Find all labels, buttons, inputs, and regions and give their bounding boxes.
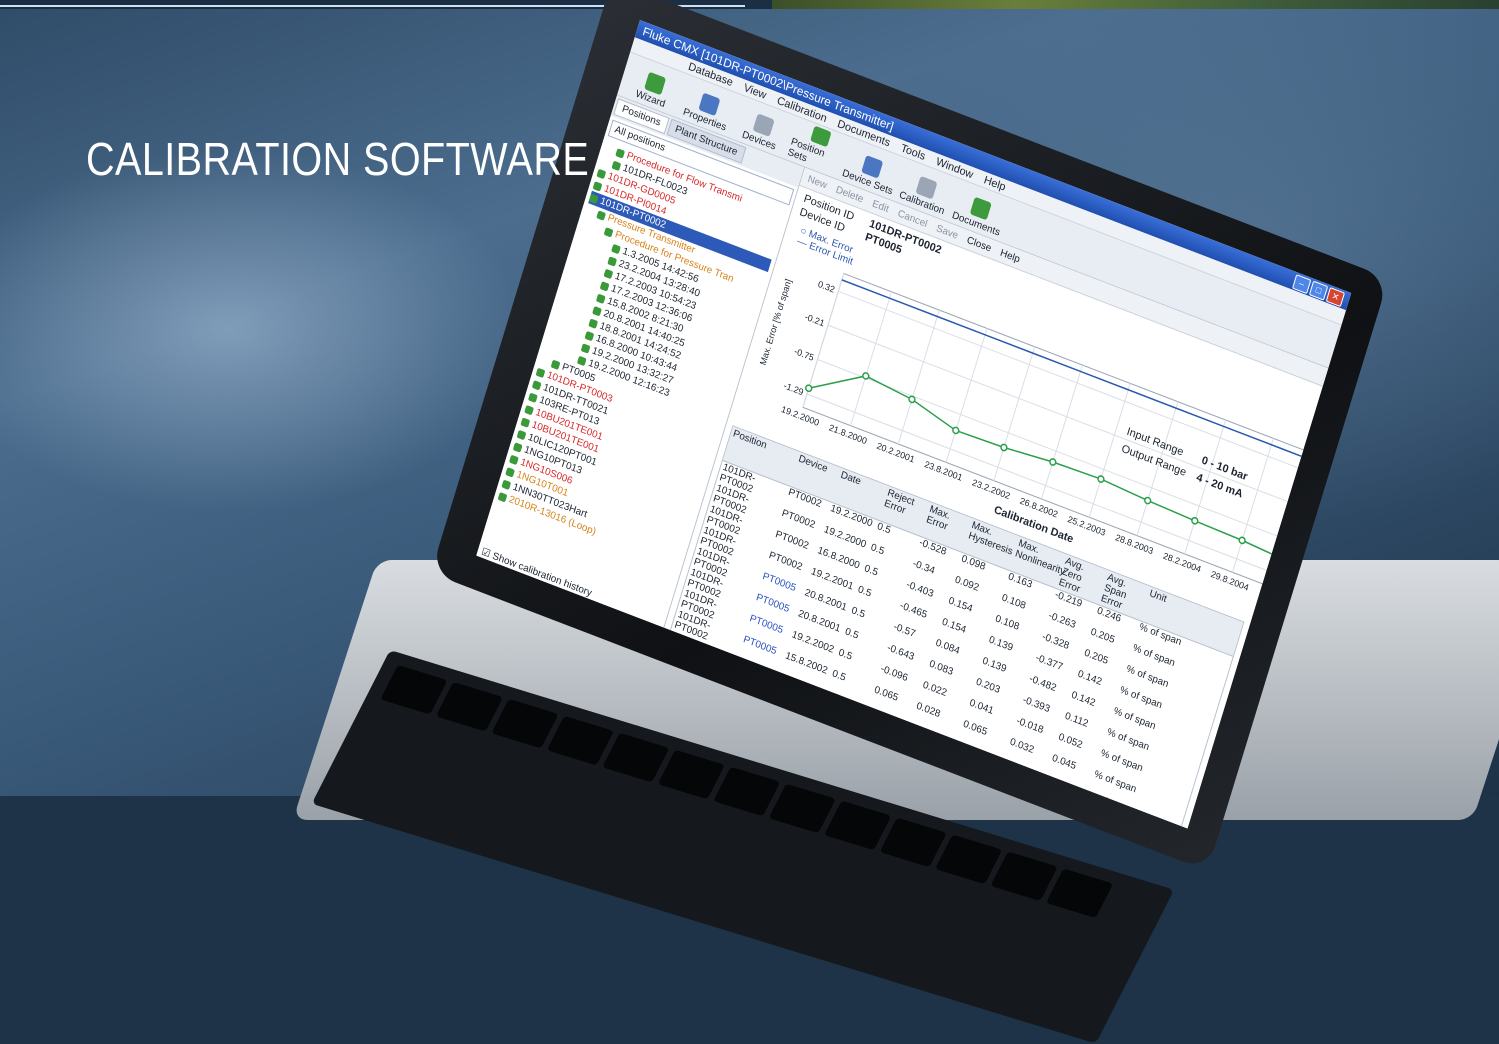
photo-strip [772,0,1499,9]
position-icon [603,268,614,279]
y-tick-label: 0.32 [817,279,836,295]
position-icon [505,466,516,478]
key[interactable] [657,749,725,800]
key[interactable] [602,732,670,783]
y-tick-label: -1.29 [783,380,805,397]
position-icon [509,454,519,465]
key[interactable] [491,698,559,749]
help-button[interactable]: Help [999,247,1021,265]
position-icon [577,355,587,366]
position-icon [592,180,603,192]
key[interactable] [879,817,947,868]
position-icon [512,441,523,453]
key[interactable] [435,681,504,732]
y-tick-label: -0.21 [804,312,826,329]
position-icon [584,330,595,341]
position-icon [528,392,538,403]
position-icon [596,168,607,179]
position-icon [603,226,614,238]
position-icon [501,479,512,490]
key[interactable] [1045,868,1114,919]
position-icon [497,491,508,502]
table-cell: 0.24 [978,820,1027,829]
position-icon [588,193,599,204]
key[interactable] [990,851,1058,902]
new-button[interactable]: New [806,173,828,191]
position-icon [611,160,622,171]
position-icon [588,317,599,329]
key[interactable] [934,834,1003,885]
position-icon [535,367,546,378]
top-strip [0,0,1499,9]
position-icon [599,280,610,292]
position-icon [607,255,618,267]
position-icon [550,359,561,370]
key[interactable] [380,664,448,715]
position-icon [596,209,607,221]
position-icon [615,147,626,159]
position-icon [516,429,527,440]
position-icon [611,243,622,254]
y-tick-label: -0.75 [793,346,815,363]
position-icon [592,305,603,317]
position-icon [580,342,591,354]
key[interactable] [824,800,892,851]
page-title: CALIBRATION SOFTWARE [86,133,590,185]
key[interactable] [546,715,614,766]
position-icon [596,293,606,304]
position-icon [520,416,531,428]
key[interactable] [768,783,836,834]
edit-button[interactable]: Edit [871,198,890,215]
position-icon [531,379,542,391]
position-icon [524,404,535,415]
key[interactable] [713,766,781,817]
